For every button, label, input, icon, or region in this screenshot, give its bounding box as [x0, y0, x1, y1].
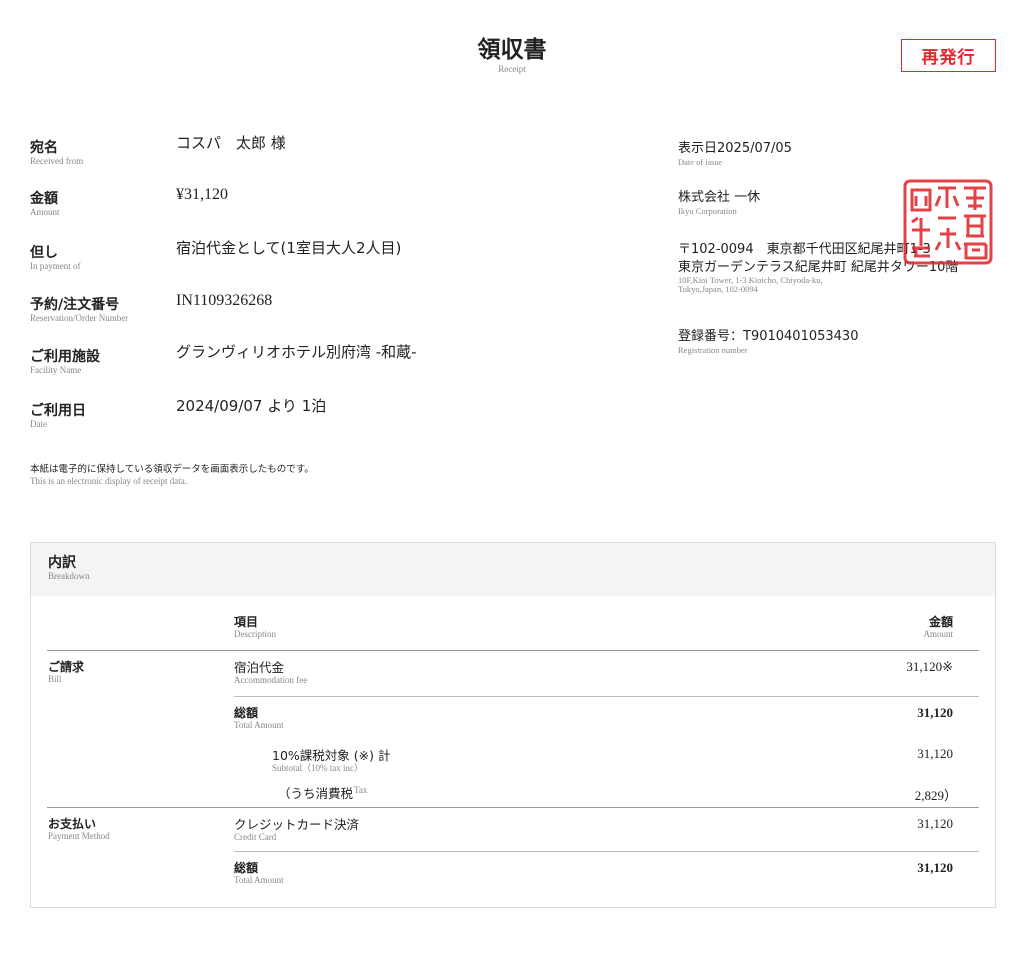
payment-total-label: 総額 [234, 861, 259, 875]
bill-item-divider [234, 696, 979, 697]
registration-block: 登録番号：T9010401053430 Registration number [678, 328, 858, 355]
recipient-label: 宛名 [30, 140, 58, 156]
date-label-en: Date [30, 418, 47, 429]
column-header-item-label-en: Description [234, 629, 276, 639]
accommodation-label: 宿泊代金 [234, 660, 285, 675]
company-name: 株式会社 一休 [678, 190, 761, 205]
amount-value: ¥31,120 [176, 186, 228, 203]
payment-total-label-en: Total Amount [234, 875, 284, 885]
payment-label-en: Payment Method [48, 831, 110, 841]
purpose-label: 但し [30, 245, 58, 261]
receipt-title: 領収書 Receipt [0, 37, 1024, 75]
payment-method-amount: 31,120 [917, 816, 953, 831]
facility-label-en: Facility Name [30, 364, 82, 375]
payment-method-item: クレジットカード決済 Credit Card [234, 817, 359, 843]
page-title-en: Receipt [498, 64, 526, 75]
registration-number: 登録番号：T9010401053430 [678, 329, 859, 344]
recipient-label-en: Received from [30, 155, 84, 166]
bill-total-amount: 31,120 [917, 705, 953, 720]
bill-section-divider [47, 807, 979, 808]
facility-row: ご利用施設 Facility Name グランヴィリオホテル別府湾 -和蔵- [30, 343, 417, 376]
address-en-line-2: Tokyo,Japan, 102-0094 [678, 284, 758, 295]
taxable-subtotal-label: 10%課税対象 (※) 計 [272, 748, 391, 763]
payment-method-label-en: Credit Card [234, 831, 277, 842]
issue-date: 表示日2025/07/05 [678, 141, 792, 156]
electronic-display-note: 本紙は電子的に保持している領収データを画面表示したものです。 This is a… [30, 461, 314, 487]
bill-total-label-en: Total Amount [234, 720, 284, 730]
order-number-label: 予約/注文番号 [30, 297, 120, 313]
column-header-item: 項目 Description [234, 615, 276, 640]
bill-label-en: Bill [48, 674, 62, 684]
accommodation-label-en: Accommodation fee [234, 674, 308, 685]
date-row: ご利用日 Date 2024/09/07 より 1泊 [30, 397, 326, 430]
purpose-label-en: In payment of [30, 260, 81, 271]
reissue-badge: 再発行 [901, 39, 996, 72]
taxable-subtotal-item: 10%課税対象 (※) 計 Subtotal（10% tax inc） [272, 748, 390, 774]
registration-number-en: Registration number [678, 344, 748, 355]
payment-item-divider [234, 851, 979, 852]
facility-label: ご利用施設 [30, 349, 100, 365]
taxable-subtotal-label-en: Subtotal（10% tax inc） [272, 762, 363, 773]
order-number-row: 予約/注文番号 Reservation/Order Number IN11093… [30, 292, 272, 324]
amount-label: 金額 [30, 191, 58, 207]
recipient-value: コスパ 太郎 様 [176, 134, 286, 152]
company-name-en: Ikyu Corporation [678, 205, 737, 216]
payment-method-label: クレジットカード決済 [234, 817, 360, 832]
breakdown-title-en: Breakdown [48, 570, 90, 581]
order-number-value: IN1109326268 [176, 292, 273, 309]
order-number-label-en: Reservation/Order Number [30, 312, 129, 323]
page-title: 領収書 [477, 37, 547, 63]
payment-total-amount: 31,120 [917, 860, 953, 875]
consumption-tax-label: （うち消費税 [278, 786, 354, 801]
header-divider [47, 650, 979, 651]
purpose-value: 宿泊代金として(1室目大人2人目) [176, 239, 402, 257]
company-seal-stamp [903, 179, 993, 265]
consumption-tax-label-en: Tax [354, 785, 368, 795]
column-header-amount-label: 金額 [928, 615, 953, 629]
payment-section-label: お支払い Payment Method [48, 817, 110, 842]
date-value: 2024/09/07 より 1泊 [176, 397, 327, 415]
note-text-en: This is an electronic display of receipt… [30, 476, 187, 486]
payment-total-item: 総額 Total Amount [234, 861, 284, 886]
column-header-item-label: 項目 [234, 615, 259, 629]
note-text: 本紙は電子的に保持している領収データを画面表示したものです。 [30, 464, 314, 475]
recipient-row: 宛名 Received from コスパ 太郎 様 [30, 134, 286, 167]
company-block: 株式会社 一休 Ikyu Corporation [678, 189, 760, 216]
taxable-subtotal-amount: 31,120 [917, 746, 953, 761]
issue-date-en: Date of issue [678, 156, 723, 167]
consumption-tax-item: （うち消費税 Tax [278, 785, 368, 802]
issue-date-block: 表示日2025/07/05 Date of issue [678, 140, 792, 167]
breakdown-title: 内訳 [48, 555, 76, 571]
bill-total-label: 総額 [234, 706, 259, 720]
accommodation-amount: 31,120※ [906, 659, 953, 674]
amount-label-en: Amount [30, 206, 60, 217]
amount-row: 金額 Amount ¥31,120 [30, 186, 228, 218]
column-header-amount: 金額 Amount [923, 615, 953, 640]
bill-total-item: 総額 Total Amount [234, 706, 284, 731]
breakdown-panel: 内訳 Breakdown 項目 Description 金額 Amount ご請… [30, 542, 996, 908]
purpose-row: 但し In payment of 宿泊代金として(1室目大人2人目) [30, 239, 401, 272]
bill-section-label: ご請求 Bill [48, 660, 84, 685]
breakdown-header: 内訳 Breakdown [31, 543, 995, 596]
bill-label: ご請求 [48, 660, 85, 674]
payment-label: お支払い [48, 817, 97, 831]
accommodation-item: 宿泊代金 Accommodation fee [234, 660, 307, 686]
date-label: ご利用日 [30, 403, 86, 419]
consumption-tax-amount: 2,829） [914, 788, 957, 803]
column-header-amount-label-en: Amount [923, 629, 953, 639]
facility-value: グランヴィリオホテル別府湾 -和蔵- [176, 343, 417, 361]
